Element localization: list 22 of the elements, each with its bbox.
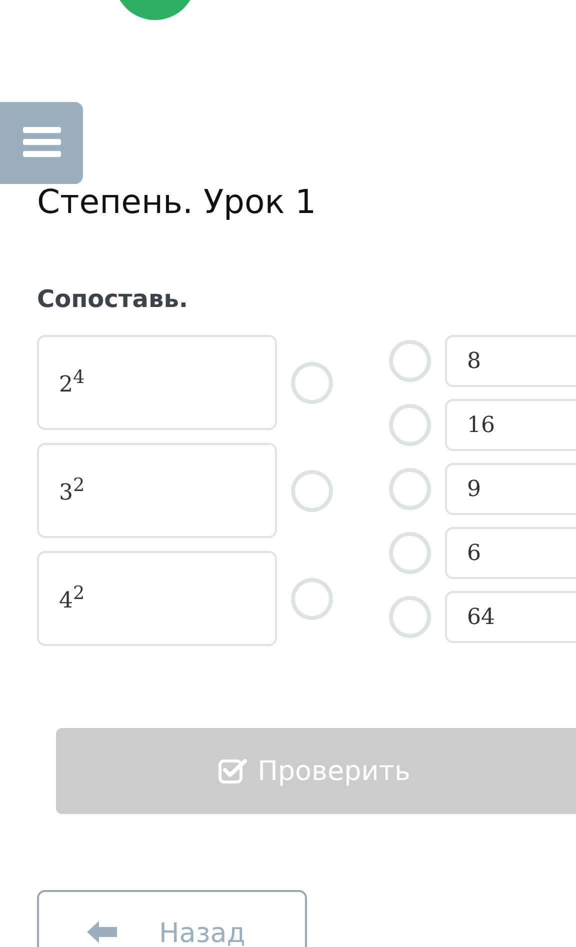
connector-circle[interactable] <box>389 468 431 510</box>
answer-card[interactable]: 64 <box>445 591 576 643</box>
answer-card[interactable]: 9 <box>445 463 576 515</box>
task-instruction: Сопоставь. <box>37 284 188 314</box>
connector-circle[interactable] <box>389 532 431 574</box>
answer-card[interactable]: 16 <box>445 399 576 451</box>
connector-circle[interactable] <box>389 404 431 446</box>
menu-icon <box>22 127 60 159</box>
connector-circle[interactable] <box>389 596 431 638</box>
match-card[interactable]: 4$^{2}$ <box>37 551 277 646</box>
lesson-title: Степень. Урок 1 <box>37 182 318 222</box>
arrow-left-icon <box>85 918 119 946</box>
match-card[interactable]: 2$^{4}$ <box>37 335 277 430</box>
checkbox-icon <box>218 758 248 784</box>
connector-circle[interactable] <box>291 470 333 512</box>
answer-card[interactable]: 8 <box>445 335 576 387</box>
connector-circle[interactable] <box>389 340 431 382</box>
connector-circle[interactable] <box>291 362 333 404</box>
match-card[interactable]: 3$^{2}$ <box>37 443 277 538</box>
menu-button[interactable] <box>0 102 83 184</box>
answer-card[interactable]: 6 <box>445 527 576 579</box>
connector-circle[interactable] <box>291 578 333 620</box>
